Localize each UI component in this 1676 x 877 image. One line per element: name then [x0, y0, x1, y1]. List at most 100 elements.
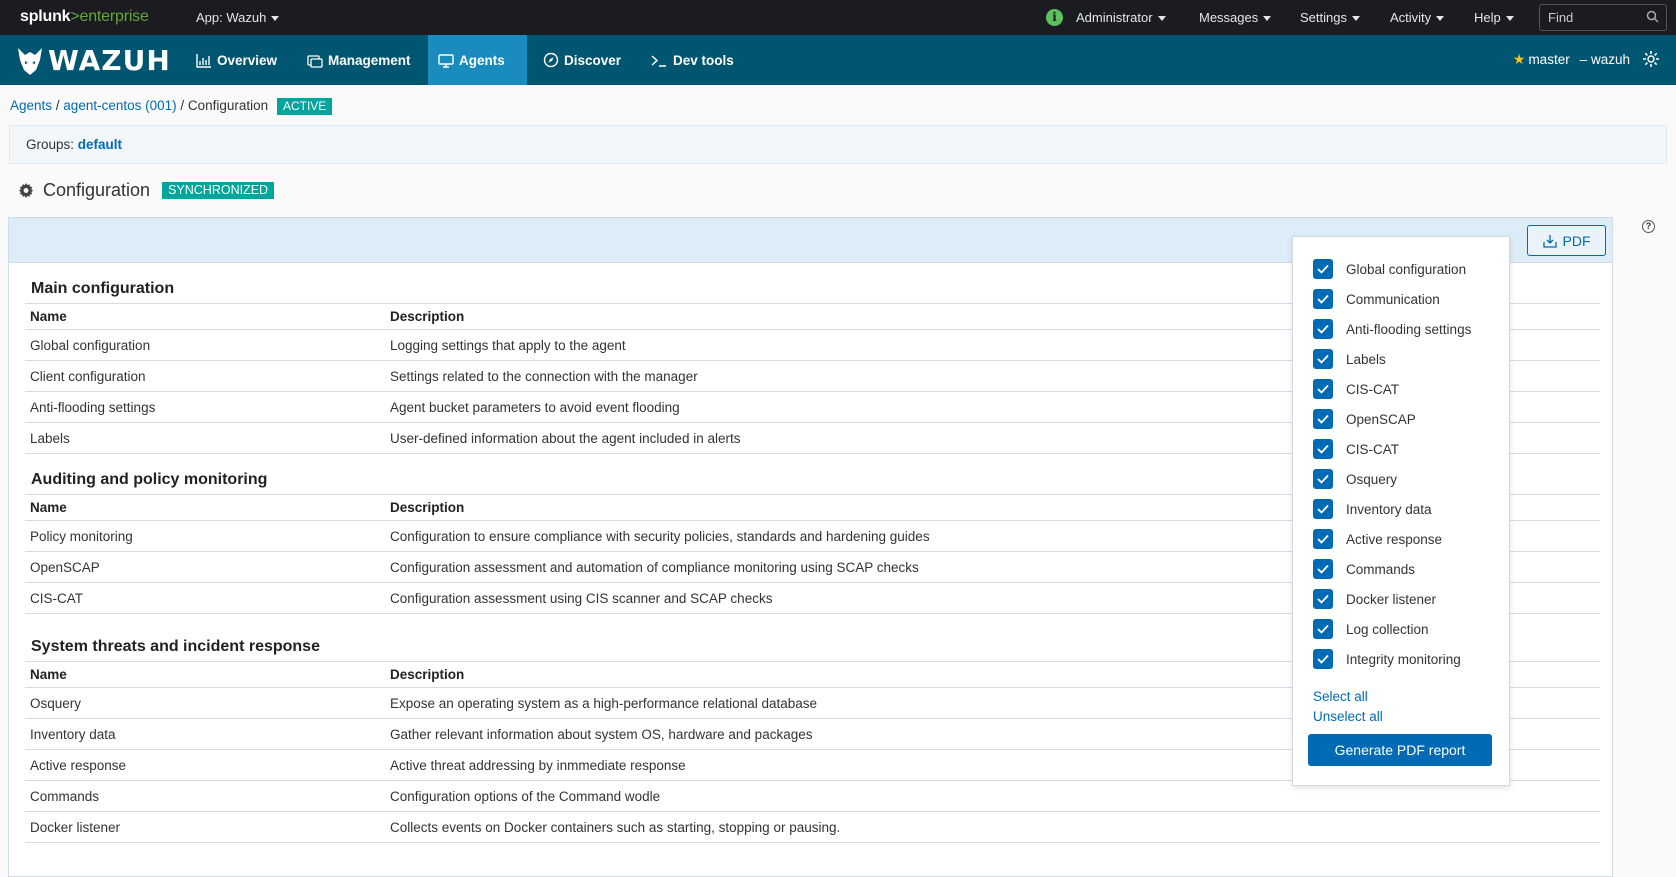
- checkbox-checked-icon[interactable]: [1313, 559, 1333, 579]
- column-header-name[interactable]: Name: [25, 303, 385, 330]
- pdf-option-label: Inventory data: [1346, 501, 1432, 517]
- checkbox-checked-icon[interactable]: [1313, 649, 1333, 669]
- pdf-option-label: Integrity monitoring: [1346, 651, 1461, 667]
- pdf-option-checkbox[interactable]: OpenSCAP: [1313, 409, 1416, 429]
- app-menu[interactable]: App: Wazuh: [196, 10, 280, 25]
- tab-management-label: Management: [328, 52, 411, 68]
- checkbox-checked-icon[interactable]: [1313, 499, 1333, 519]
- star-icon: ★: [1512, 50, 1526, 67]
- checkbox-checked-icon[interactable]: [1313, 469, 1333, 489]
- checkbox-checked-icon[interactable]: [1313, 259, 1333, 279]
- tab-management[interactable]: Management: [297, 35, 421, 85]
- column-header-name[interactable]: Name: [25, 661, 385, 688]
- unselect-all-link[interactable]: Unselect all: [1313, 709, 1383, 724]
- tab-dev-tools-label: Dev tools: [673, 52, 734, 68]
- api-name: master: [1528, 51, 1570, 67]
- search-icon[interactable]: [1646, 10, 1659, 26]
- messages-menu[interactable]: Messages: [1199, 10, 1272, 25]
- checkbox-checked-icon[interactable]: [1313, 349, 1333, 369]
- monitor-icon: [438, 53, 454, 68]
- pdf-button[interactable]: PDF: [1527, 225, 1606, 256]
- help-menu[interactable]: Help: [1474, 10, 1514, 25]
- pdf-option-checkbox[interactable]: Anti-flooding settings: [1313, 319, 1471, 339]
- tab-discover[interactable]: Discover: [533, 35, 631, 85]
- checkbox-checked-icon[interactable]: [1313, 319, 1333, 339]
- activity-menu-label: Activity: [1390, 10, 1432, 25]
- tab-overview-label: Overview: [217, 52, 278, 68]
- checkbox-checked-icon[interactable]: [1313, 409, 1333, 429]
- column-header-name[interactable]: Name: [25, 494, 385, 521]
- agent-status-badge: ACTIVE: [276, 98, 333, 115]
- tab-agents[interactable]: Agents: [428, 35, 527, 85]
- tab-agents-label: Agents: [459, 52, 505, 68]
- pdf-option-label: Global configuration: [1346, 261, 1467, 277]
- settings-menu[interactable]: Settings: [1300, 10, 1360, 25]
- gear-icon[interactable]: [1642, 50, 1660, 68]
- row-name: Client configuration: [25, 360, 385, 392]
- download-icon: [1542, 234, 1557, 248]
- wazuh-logo[interactable]: WAZUH: [16, 44, 171, 77]
- select-all-link[interactable]: Select all: [1313, 689, 1368, 704]
- pdf-option-label: Communication: [1346, 291, 1440, 307]
- checkbox-checked-icon[interactable]: [1313, 289, 1333, 309]
- splunk-bar: splunk>enterprise App: Wazuh i Administr…: [0, 0, 1676, 35]
- help-menu-label: Help: [1474, 10, 1501, 25]
- pdf-option-checkbox[interactable]: Docker listener: [1313, 589, 1436, 609]
- settings-menu-label: Settings: [1300, 10, 1347, 25]
- api-selector[interactable]: ★ master – wazuh: [1513, 50, 1660, 68]
- api-cluster: – wazuh: [1579, 51, 1630, 67]
- groups-bar: Groups: default: [9, 125, 1667, 164]
- logo-splunk-text: splunk: [20, 8, 71, 25]
- pdf-option-label: OpenSCAP: [1346, 411, 1416, 427]
- info-icon[interactable]: i: [1046, 9, 1063, 26]
- pdf-option-checkbox[interactable]: CIS-CAT: [1313, 379, 1399, 399]
- pdf-option-label: CIS-CAT: [1346, 441, 1399, 457]
- table-row[interactable]: Docker listener Collects events on Docker…: [25, 811, 1600, 843]
- row-name: Policy monitoring: [25, 520, 385, 552]
- checkbox-checked-icon[interactable]: [1313, 589, 1333, 609]
- chart-icon: [196, 53, 212, 68]
- breadcrumb-current: Configuration: [187, 98, 269, 113]
- row-name: Global configuration: [25, 329, 385, 361]
- pdf-option-checkbox[interactable]: Communication: [1313, 289, 1440, 309]
- pdf-option-checkbox[interactable]: Active response: [1313, 529, 1442, 549]
- administrator-menu[interactable]: Administrator: [1076, 10, 1166, 25]
- page-title: Configuration SYNCHRONIZED: [19, 180, 275, 201]
- breadcrumb-agents-link[interactable]: Agents: [10, 98, 52, 113]
- chevron-down-icon: [1263, 16, 1272, 22]
- pdf-option-checkbox[interactable]: CIS-CAT: [1313, 439, 1399, 459]
- pdf-option-label: Osquery: [1346, 471, 1398, 487]
- pdf-option-checkbox[interactable]: Inventory data: [1313, 499, 1432, 519]
- checkbox-checked-icon[interactable]: [1313, 619, 1333, 639]
- tab-dev-tools[interactable]: Dev tools: [640, 35, 744, 85]
- find-placeholder: Find: [1548, 10, 1574, 25]
- pdf-option-checkbox[interactable]: Global configuration: [1313, 259, 1466, 279]
- find-input[interactable]: Find: [1539, 4, 1667, 31]
- pdf-option-checkbox[interactable]: Log collection: [1313, 619, 1429, 639]
- row-name: Commands: [25, 780, 385, 812]
- pdf-option-label: Commands: [1346, 561, 1416, 577]
- terminal-icon: [650, 53, 668, 68]
- breadcrumb-agent-link[interactable]: agent-centos (001): [63, 98, 176, 113]
- pdf-option-checkbox[interactable]: Integrity monitoring: [1313, 649, 1461, 669]
- pdf-options-popover: Global configuration Communication Anti-…: [1292, 236, 1510, 786]
- pdf-option-label: CIS-CAT: [1346, 381, 1399, 397]
- row-name: CIS-CAT: [25, 582, 385, 614]
- row-description: Collects events on Docker containers suc…: [385, 811, 1600, 843]
- generate-pdf-report-button[interactable]: Generate PDF report: [1308, 734, 1492, 766]
- checkbox-checked-icon[interactable]: [1313, 439, 1333, 459]
- pdf-option-checkbox[interactable]: Osquery: [1313, 469, 1397, 489]
- gear-icon: [19, 183, 34, 198]
- row-name: Anti-flooding settings: [25, 391, 385, 423]
- splunk-logo[interactable]: splunk>enterprise: [20, 8, 149, 26]
- help-icon[interactable]: ?: [1642, 220, 1655, 233]
- group-link-default[interactable]: default: [78, 137, 122, 152]
- pdf-option-checkbox[interactable]: Labels: [1313, 349, 1386, 369]
- tab-overview[interactable]: Overview: [186, 35, 287, 85]
- activity-menu[interactable]: Activity: [1390, 10, 1445, 25]
- chevron-down-icon: [1436, 16, 1445, 22]
- pdf-option-checkbox[interactable]: Commands: [1313, 559, 1415, 579]
- checkbox-checked-icon[interactable]: [1313, 379, 1333, 399]
- checkbox-checked-icon[interactable]: [1313, 529, 1333, 549]
- tab-discover-label: Discover: [564, 52, 622, 68]
